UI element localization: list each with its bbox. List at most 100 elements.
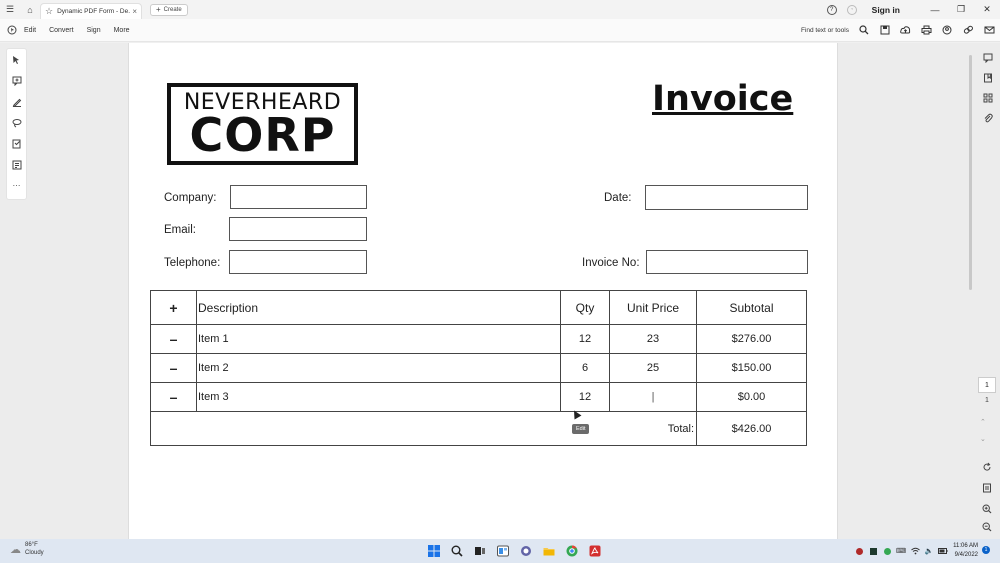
home-icon[interactable]: ⌂ bbox=[20, 0, 40, 19]
print-icon[interactable] bbox=[916, 23, 937, 37]
table-divider bbox=[196, 291, 197, 412]
clock-time: 11:06 AM bbox=[953, 543, 978, 549]
hamburger-menu-icon[interactable]: ☰ bbox=[0, 0, 20, 19]
date-field[interactable] bbox=[645, 185, 808, 210]
notifications-icon[interactable]: ◔ bbox=[846, 4, 857, 15]
close-window-icon[interactable]: ✕ bbox=[974, 4, 1000, 15]
row-unit-price-active-input[interactable]: | bbox=[610, 383, 696, 411]
remove-row-button[interactable]: – bbox=[151, 383, 196, 411]
previous-page-icon[interactable]: ⌃ bbox=[980, 418, 986, 426]
comment-panel-icon[interactable] bbox=[978, 48, 998, 68]
share-review-icon[interactable] bbox=[937, 23, 958, 37]
create-button[interactable]: + Create bbox=[150, 3, 188, 16]
email-label: Email: bbox=[164, 224, 196, 236]
upload-cloud-icon[interactable] bbox=[895, 23, 916, 37]
row-unit-price[interactable]: 23 bbox=[610, 325, 696, 353]
cursor-tooltip: Edit bbox=[572, 424, 590, 434]
company-field[interactable] bbox=[230, 185, 367, 209]
row-description[interactable]: Item 1 bbox=[198, 325, 558, 353]
pointer-tool-icon[interactable] bbox=[7, 49, 26, 70]
row-qty[interactable]: 12 bbox=[561, 383, 609, 411]
weather-widget[interactable]: ☁ 86°F Cloudy bbox=[10, 541, 44, 557]
add-comment-icon[interactable] bbox=[7, 70, 26, 91]
menu-more[interactable]: More bbox=[114, 27, 130, 34]
date-label: Date: bbox=[604, 192, 632, 204]
add-row-button[interactable]: + bbox=[151, 291, 196, 324]
document-tab[interactable]: ☆ Dynamic PDF Form - De... × bbox=[40, 2, 142, 19]
telephone-label: Telephone: bbox=[164, 257, 221, 269]
highlight-pen-icon[interactable] bbox=[7, 91, 26, 112]
taskbar-apps bbox=[422, 541, 606, 561]
vertical-scrollbar[interactable] bbox=[969, 55, 972, 290]
find-tools-label[interactable]: Find text or tools bbox=[801, 27, 849, 34]
weather-description: Cloudy bbox=[25, 550, 44, 556]
acrobat-icon[interactable] bbox=[583, 541, 606, 561]
menu-edit[interactable]: Edit bbox=[24, 27, 36, 34]
system-clock[interactable]: 11:06 AM 9/4/2022 bbox=[946, 542, 978, 560]
total-value: $426.00 bbox=[731, 423, 772, 435]
row-description[interactable]: Item 3 bbox=[198, 383, 558, 411]
zoom-in-icon[interactable] bbox=[982, 501, 992, 519]
text-select-icon[interactable] bbox=[7, 133, 26, 154]
plus-icon: + bbox=[156, 5, 161, 14]
page-display-icon[interactable] bbox=[982, 480, 992, 498]
file-explorer-icon[interactable] bbox=[537, 541, 560, 561]
rotate-icon[interactable] bbox=[982, 459, 992, 477]
email-field[interactable] bbox=[229, 217, 367, 241]
keyboard-icon[interactable]: ⌨ bbox=[894, 543, 908, 559]
search-icon[interactable] bbox=[853, 23, 874, 37]
row-qty[interactable]: 12 bbox=[561, 325, 609, 353]
clock-date: 9/4/2022 bbox=[954, 552, 978, 558]
next-page-icon[interactable]: ⌄ bbox=[980, 435, 986, 443]
menu-convert[interactable]: Convert bbox=[49, 27, 74, 34]
start-menu-icon[interactable] bbox=[422, 541, 445, 561]
pdf-page: NEVERHEARD CORP Invoice Company: Email: … bbox=[128, 43, 838, 539]
chat-icon[interactable] bbox=[514, 541, 537, 561]
header-subtotal: Subtotal bbox=[729, 300, 774, 315]
invoice-no-field[interactable] bbox=[646, 250, 808, 274]
wifi-icon[interactable] bbox=[908, 543, 922, 559]
help-icon[interactable]: ? bbox=[826, 4, 837, 15]
tray-app-icon[interactable] bbox=[866, 543, 880, 559]
close-tab-icon[interactable]: × bbox=[132, 7, 137, 16]
header-qty: Qty bbox=[575, 300, 595, 315]
save-icon[interactable] bbox=[874, 23, 895, 37]
telephone-field[interactable] bbox=[229, 250, 367, 274]
tray-app-icon[interactable] bbox=[880, 543, 894, 559]
chrome-icon[interactable] bbox=[560, 541, 583, 561]
cloud-icon: ☁ bbox=[10, 543, 21, 556]
lasso-draw-icon[interactable] bbox=[7, 112, 26, 133]
row-description[interactable]: Item 2 bbox=[198, 354, 558, 382]
weather-temperature: 86°F bbox=[25, 542, 38, 548]
star-icon[interactable]: ☆ bbox=[45, 6, 53, 17]
search-taskbar-icon[interactable] bbox=[445, 541, 468, 561]
row-qty[interactable]: 6 bbox=[561, 354, 609, 382]
company-label: Company: bbox=[164, 192, 217, 204]
system-tray: ⌨ 🔈 bbox=[852, 541, 950, 561]
row-unit-price[interactable]: 25 bbox=[610, 354, 696, 382]
widgets-icon[interactable] bbox=[491, 541, 514, 561]
selection-tool-icon[interactable] bbox=[0, 25, 24, 35]
volume-icon[interactable]: 🔈 bbox=[922, 543, 936, 559]
more-tools-icon[interactable]: ⋯ bbox=[7, 175, 26, 196]
current-page-input[interactable]: 1 bbox=[978, 377, 996, 393]
email-icon[interactable] bbox=[979, 23, 1000, 37]
sign-in-button[interactable]: Sign in bbox=[872, 5, 900, 15]
remove-row-button[interactable]: – bbox=[151, 325, 196, 353]
link-icon[interactable] bbox=[958, 23, 979, 37]
header-description: Description bbox=[198, 300, 259, 315]
thumbnails-icon[interactable] bbox=[978, 88, 998, 108]
minimize-icon[interactable]: — bbox=[922, 5, 948, 15]
menu-sign[interactable]: Sign bbox=[87, 27, 101, 34]
logo-line-2: CORP bbox=[189, 108, 336, 162]
restore-icon[interactable]: ❐ bbox=[948, 4, 974, 15]
bookmark-panel-icon[interactable] bbox=[978, 68, 998, 88]
remove-row-button[interactable]: – bbox=[151, 354, 196, 382]
tray-app-icon[interactable] bbox=[852, 543, 866, 559]
attachments-icon[interactable] bbox=[978, 108, 998, 128]
fill-sign-icon[interactable] bbox=[7, 154, 26, 175]
zoom-out-icon[interactable] bbox=[982, 519, 992, 537]
notification-badge[interactable]: 1 bbox=[982, 546, 990, 554]
total-label: Total: bbox=[667, 423, 694, 435]
task-view-icon[interactable] bbox=[468, 541, 491, 561]
